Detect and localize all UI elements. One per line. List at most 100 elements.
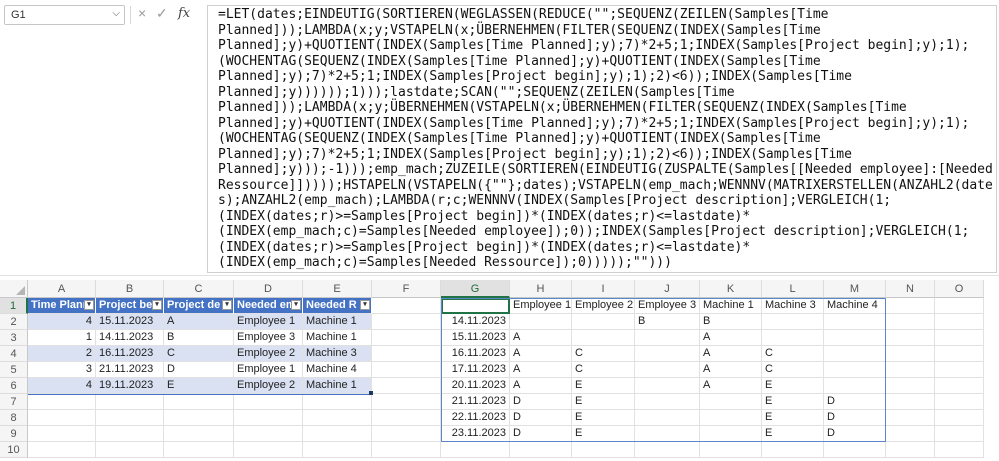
- spill-cell[interactable]: 21.11.2023: [441, 394, 510, 410]
- table-cell[interactable]: C: [164, 346, 234, 362]
- grid-cell[interactable]: [935, 298, 984, 314]
- spill-cell[interactable]: [700, 426, 762, 442]
- spill-cell[interactable]: [762, 330, 824, 346]
- spill-cell[interactable]: [824, 314, 886, 330]
- grid-cell[interactable]: [886, 394, 935, 410]
- grid-cell[interactable]: [234, 442, 303, 458]
- table-resize-handle[interactable]: [369, 391, 373, 395]
- spill-cell[interactable]: E: [762, 378, 824, 394]
- grid-cell[interactable]: [886, 346, 935, 362]
- spill-cell[interactable]: 15.11.2023: [441, 330, 510, 346]
- column-header-j[interactable]: J: [635, 280, 700, 298]
- table-cell[interactable]: Employee 1: [234, 362, 303, 378]
- column-header-h[interactable]: H: [510, 280, 572, 298]
- row-header-8[interactable]: 8: [0, 410, 28, 426]
- spill-cell[interactable]: 17.11.2023: [441, 362, 510, 378]
- table-cell[interactable]: Machine 3: [303, 346, 372, 362]
- filter-dropdown-icon[interactable]: ▾: [152, 300, 162, 310]
- grid-cell[interactable]: [372, 346, 441, 362]
- grid-cell[interactable]: [372, 426, 441, 442]
- name-box[interactable]: G1 ⌵: [4, 5, 125, 25]
- spill-cell[interactable]: [824, 362, 886, 378]
- grid-cell[interactable]: [886, 314, 935, 330]
- table-cell[interactable]: 16.11.2023: [96, 346, 164, 362]
- grid-cell[interactable]: [824, 442, 886, 458]
- table-cell[interactable]: D: [164, 362, 234, 378]
- grid-cell[interactable]: [935, 362, 984, 378]
- grid-cell[interactable]: [234, 410, 303, 426]
- grid-cell[interactable]: [28, 442, 96, 458]
- spill-cell[interactable]: C: [762, 362, 824, 378]
- spill-cell[interactable]: C: [572, 362, 635, 378]
- grid-cell[interactable]: [164, 426, 234, 442]
- spill-cell[interactable]: [700, 394, 762, 410]
- spill-cell[interactable]: E: [762, 410, 824, 426]
- row-header-10[interactable]: 10: [0, 442, 28, 458]
- grid-cell[interactable]: [635, 442, 700, 458]
- grid-cell[interactable]: [372, 314, 441, 330]
- spill-cell[interactable]: 16.11.2023: [441, 346, 510, 362]
- grid-cell[interactable]: [96, 410, 164, 426]
- grid-cell[interactable]: [303, 394, 372, 410]
- grid-cell[interactable]: [935, 410, 984, 426]
- grid-cell[interactable]: [164, 410, 234, 426]
- grid-cell[interactable]: [234, 426, 303, 442]
- grid-cell[interactable]: [886, 442, 935, 458]
- grid-cell[interactable]: [303, 442, 372, 458]
- spill-cell[interactable]: A: [700, 378, 762, 394]
- spill-cell[interactable]: [700, 410, 762, 426]
- spill-cell[interactable]: B: [635, 314, 700, 330]
- spill-cell[interactable]: D: [824, 426, 886, 442]
- filter-dropdown-icon[interactable]: ▾: [84, 300, 94, 310]
- table-cell[interactable]: 1: [28, 330, 96, 346]
- row-header-4[interactable]: 4: [0, 346, 28, 362]
- column-header-o[interactable]: O: [935, 280, 984, 298]
- grid-cell[interactable]: [886, 426, 935, 442]
- grid-cell[interactable]: [372, 410, 441, 426]
- column-header-d[interactable]: D: [234, 280, 303, 298]
- table-cell[interactable]: Employee 2: [234, 346, 303, 362]
- table-cell[interactable]: 4: [28, 378, 96, 394]
- spill-cell[interactable]: D: [510, 426, 572, 442]
- spill-cell[interactable]: E: [762, 394, 824, 410]
- grid-cell[interactable]: [96, 426, 164, 442]
- formula-input[interactable]: =LET(dates;EINDEUTIG(SORTIEREN(WEGLASSEN…: [207, 5, 997, 273]
- spill-cell[interactable]: A: [510, 378, 572, 394]
- grid-cell[interactable]: [935, 394, 984, 410]
- grid-cell[interactable]: [372, 442, 441, 458]
- column-header-n[interactable]: N: [886, 280, 935, 298]
- grid-cell[interactable]: [372, 362, 441, 378]
- insert-function-icon[interactable]: fx: [178, 6, 190, 21]
- spill-header-cell[interactable]: Employee 3: [635, 298, 700, 314]
- row-header-6[interactable]: 6: [0, 378, 28, 394]
- grid-cell[interactable]: [441, 442, 510, 458]
- spill-header-cell[interactable]: Employee 1: [510, 298, 572, 314]
- grid-cell[interactable]: [886, 330, 935, 346]
- spill-cell[interactable]: [824, 330, 886, 346]
- grid-cell[interactable]: [372, 378, 441, 394]
- column-header-l[interactable]: L: [762, 280, 824, 298]
- grid-cell[interactable]: [96, 394, 164, 410]
- column-header-i[interactable]: I: [572, 280, 635, 298]
- spill-header-cell[interactable]: Machine 3: [762, 298, 824, 314]
- grid-cell[interactable]: [510, 442, 572, 458]
- spill-cell[interactable]: B: [700, 314, 762, 330]
- spill-cell[interactable]: [635, 426, 700, 442]
- spill-cell[interactable]: C: [572, 346, 635, 362]
- column-header-k[interactable]: K: [700, 280, 762, 298]
- table-cell[interactable]: 19.11.2023: [96, 378, 164, 394]
- grid-cell[interactable]: [28, 426, 96, 442]
- enter-check-icon[interactable]: ✓: [156, 5, 168, 22]
- spill-header-cell[interactable]: Machine 4: [824, 298, 886, 314]
- column-header-m[interactable]: M: [824, 280, 886, 298]
- selected-cell-g1[interactable]: [441, 298, 510, 314]
- filter-dropdown-icon[interactable]: ▾: [291, 300, 301, 310]
- spill-cell[interactable]: C: [762, 346, 824, 362]
- grid-cell[interactable]: [762, 442, 824, 458]
- spill-cell[interactable]: [635, 346, 700, 362]
- spill-cell[interactable]: [635, 410, 700, 426]
- spill-cell[interactable]: A: [510, 362, 572, 378]
- spill-cell[interactable]: [572, 314, 635, 330]
- column-header-c[interactable]: C: [164, 280, 234, 298]
- spill-cell[interactable]: A: [510, 346, 572, 362]
